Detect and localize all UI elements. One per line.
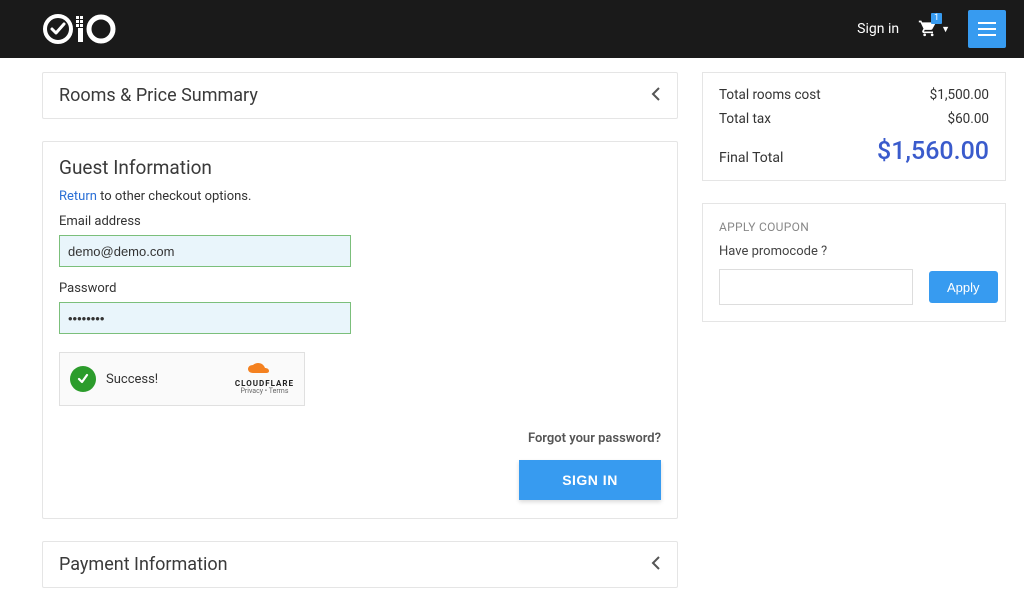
final-total-value: $1,560.00 <box>877 137 989 166</box>
return-line: Return to other checkout options. <box>59 189 661 204</box>
coupon-title: APPLY COUPON <box>719 220 989 234</box>
return-text: to other checkout options. <box>97 189 252 204</box>
rooms-cost-label: Total rooms cost <box>719 87 821 103</box>
caret-down-icon: ▼ <box>941 24 950 35</box>
captcha-success-text: Success! <box>106 372 158 387</box>
menu-button[interactable] <box>968 10 1006 48</box>
rooms-summary-title: Rooms & Price Summary <box>59 85 258 106</box>
rooms-summary-panel: Rooms & Price Summary <box>42 72 678 119</box>
hamburger-icon <box>978 22 996 36</box>
tax-label: Total tax <box>719 111 771 127</box>
guest-info-title: Guest Information <box>59 156 661 179</box>
email-field[interactable] <box>59 235 351 267</box>
chevron-left-icon <box>651 86 661 105</box>
return-link[interactable]: Return <box>59 189 97 204</box>
email-label: Email address <box>59 214 661 229</box>
final-total-label: Final Total <box>719 150 783 166</box>
rooms-summary-toggle[interactable]: Rooms & Price Summary <box>43 73 677 118</box>
apply-coupon-button[interactable]: Apply <box>929 271 998 303</box>
cloudflare-privacy-terms[interactable]: Privacy • Terms <box>235 388 294 395</box>
coupon-question: Have promocode ? <box>719 244 989 259</box>
password-label: Password <box>59 281 661 296</box>
cart-count-badge: 1 <box>931 13 942 24</box>
rooms-cost-value: $1,500.00 <box>930 87 989 103</box>
coupon-input[interactable] <box>719 269 913 305</box>
password-field[interactable] <box>59 302 351 334</box>
guest-info-panel: Guest Information Return to other checko… <box>42 141 678 519</box>
logo[interactable] <box>42 10 142 48</box>
price-summary: Total rooms cost $1,500.00 Total tax $60… <box>702 72 1006 181</box>
checkmark-icon <box>70 366 96 392</box>
signin-button[interactable]: SIGN IN <box>519 460 661 500</box>
tax-value: $60.00 <box>948 111 990 127</box>
captcha-widget: Success! CLOUDFLARE Privacy • Terms <box>59 352 305 406</box>
forgot-password-link[interactable]: Forgot your password? <box>528 431 661 446</box>
cart-button[interactable]: 1 ▼ <box>917 19 950 39</box>
header-signin-link[interactable]: Sign in <box>857 21 899 37</box>
top-header: Sign in 1 ▼ <box>0 0 1024 58</box>
cloudflare-icon <box>235 363 294 380</box>
coupon-panel: APPLY COUPON Have promocode ? Apply <box>702 203 1006 322</box>
